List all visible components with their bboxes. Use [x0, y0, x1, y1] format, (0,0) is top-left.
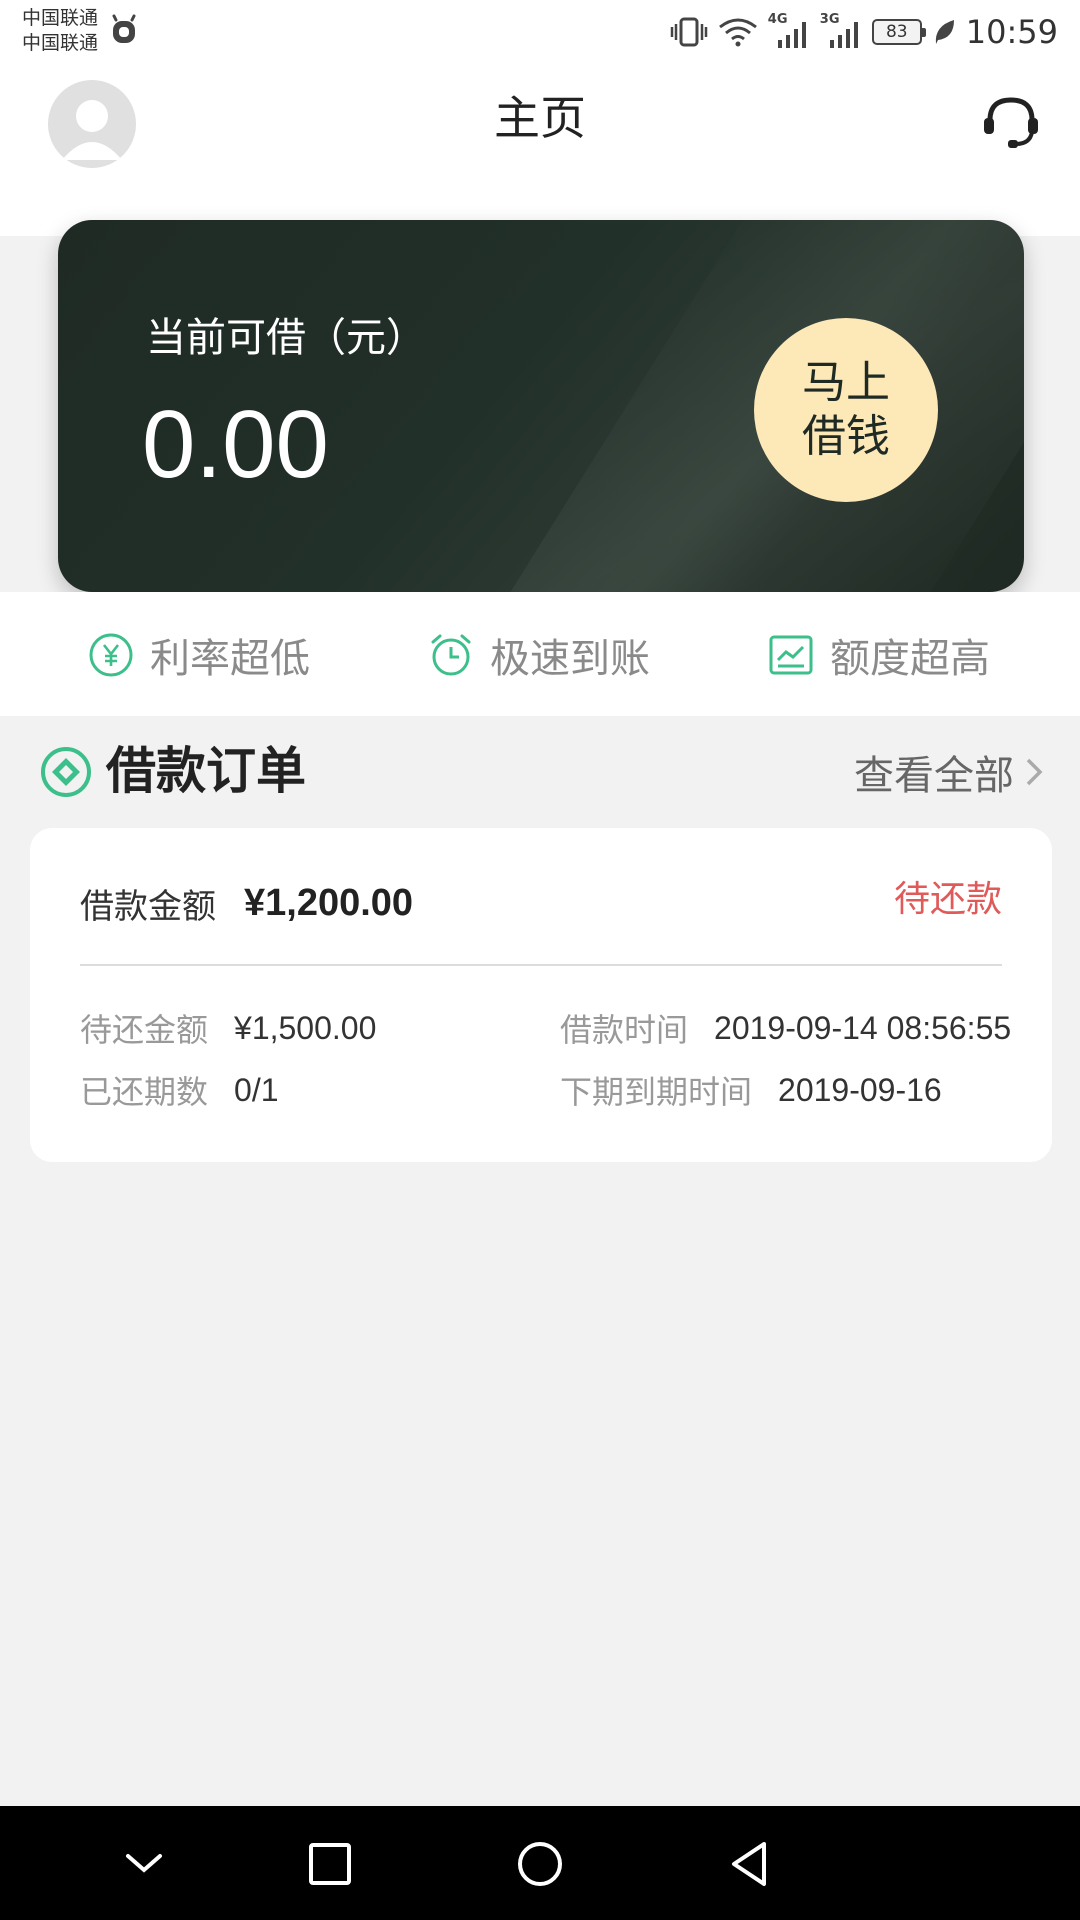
recent-apps-icon[interactable] — [302, 1836, 358, 1892]
available-credit-label: 当前可借（元） — [146, 315, 426, 361]
yuan-icon — [89, 633, 133, 677]
pending-amount-row: 待还金额 ¥1,500.00 — [80, 1006, 376, 1050]
signal-4g-icon: 4G — [768, 12, 810, 48]
header: 主页 — [0, 64, 1080, 236]
borrow-now-button[interactable]: 马上 借钱 — [754, 318, 938, 502]
page-title: 主页 — [494, 91, 586, 145]
features-strip: 利率超低 极速到账 额度超高 — [0, 592, 1080, 716]
clock: 10:59 — [965, 13, 1058, 51]
alarm-clock-icon — [431, 634, 471, 676]
pending-amount-value: ¥1,500.00 — [234, 1009, 377, 1046]
carrier-1: 中国联通 — [22, 7, 99, 29]
vibrate-icon — [670, 17, 708, 47]
feature-low-rate: 利率超低 — [88, 630, 310, 682]
feature-high-limit: 额度超高 — [768, 630, 990, 682]
chevron-right-icon — [1026, 758, 1043, 786]
pending-amount-label: 待还金额 — [80, 1011, 209, 1049]
view-all-label: 查看全部 — [854, 753, 1014, 799]
borrow-button-line-2: 借钱 — [802, 411, 890, 462]
order-status-badge: 待还款 — [893, 879, 1002, 920]
borrow-time-value: 2019-09-14 08:56:55 — [714, 1009, 1012, 1046]
wifi-icon — [718, 18, 757, 47]
chart-icon — [769, 635, 813, 675]
signal-3g-icon: 3G — [820, 12, 862, 48]
back-icon[interactable] — [722, 1836, 778, 1892]
available-credit-amount: 0.00 — [142, 391, 329, 498]
home-icon[interactable] — [512, 1836, 568, 1892]
orders-title: 借款订单 — [106, 742, 306, 800]
view-all-link[interactable]: 查看全部 — [854, 746, 1044, 799]
battery-indicator: 83 — [871, 19, 926, 45]
loan-amount-row: 借款金额 ¥1,200.00 — [80, 878, 413, 928]
borrow-time-row: 借款时间 2019-09-14 08:56:55 — [560, 1006, 1011, 1050]
chevron-down-icon[interactable] — [116, 1836, 172, 1892]
next-due-row: 下期到期时间 2019-09-16 — [560, 1068, 942, 1112]
status-bar: 中国联通 中国联通 4G 3G 83 10:59 — [0, 0, 1080, 64]
loan-order-card[interactable]: 借款金额 ¥1,200.00 待还款 待还金额 ¥1,500.00 已还期数 0… — [30, 828, 1052, 1162]
feature-label: 极速到账 — [490, 636, 650, 682]
feature-fast-payout: 极速到账 — [428, 630, 650, 682]
loan-amount-label: 借款金额 — [80, 886, 216, 927]
loan-amount-value: ¥1,200.00 — [244, 881, 414, 924]
orders-diamond-icon — [41, 747, 91, 797]
credit-card: 当前可借（元） 0.00 马上 借钱 — [58, 220, 1024, 592]
borrow-time-label: 借款时间 — [560, 1011, 689, 1049]
orders-section-header: 借款订单 查看全部 — [0, 716, 1080, 826]
repaid-periods-row: 已还期数 0/1 — [80, 1068, 279, 1112]
status-icons: 4G 3G 83 10:59 — [670, 12, 1058, 52]
divider — [80, 964, 1002, 966]
feature-label: 额度超高 — [830, 636, 990, 682]
customer-service-icon[interactable] — [980, 92, 1042, 154]
notification-app-icon — [112, 14, 136, 43]
next-due-label: 下期到期时间 — [560, 1073, 753, 1111]
repaid-periods-value: 0/1 — [234, 1071, 279, 1108]
feature-label: 利率超低 — [150, 636, 310, 682]
borrow-button-line-1: 马上 — [802, 357, 890, 408]
repaid-periods-label: 已还期数 — [80, 1073, 209, 1111]
carrier-names: 中国联通 中国联通 — [22, 6, 98, 56]
leaf-icon — [935, 20, 954, 44]
carrier-2: 中国联通 — [22, 32, 99, 54]
next-due-value: 2019-09-16 — [778, 1071, 942, 1108]
system-navigation-bar — [0, 1806, 1080, 1920]
